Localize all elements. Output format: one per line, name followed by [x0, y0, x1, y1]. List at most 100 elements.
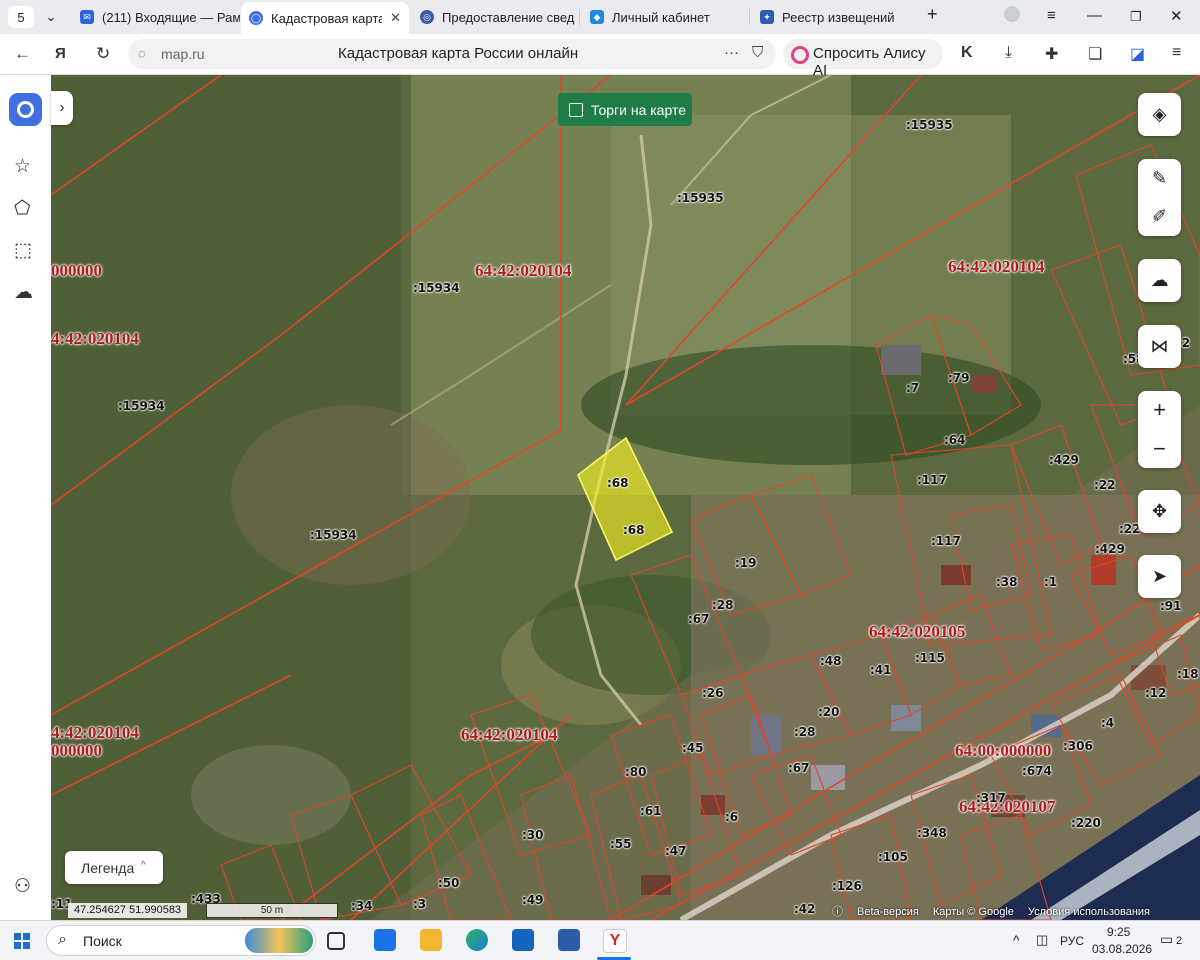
- parcel-label: :79: [948, 371, 970, 385]
- tab-provision[interactable]: ◎ Предоставление свед: [412, 4, 580, 30]
- collections-icon[interactable]: ❏: [1088, 44, 1102, 64]
- network-icon[interactable]: ◫: [1036, 932, 1048, 948]
- cadastral-map[interactable]: 64:42:020104 64:42:020104 64:42:020105 6…: [51, 75, 1200, 920]
- search-icon: ⌕: [58, 931, 67, 948]
- windows-taskbar: ⌕ Поиск Y ^ ◫ РУС 9:25 03.08.2026 ▭ 2: [0, 920, 1200, 960]
- input-language[interactable]: РУС: [1060, 934, 1084, 948]
- yandex-browser-icon[interactable]: Y: [603, 929, 627, 953]
- parcel-label: :68: [607, 476, 629, 490]
- parcel-label: :220: [1071, 816, 1101, 830]
- quarter-label: 64:42:020104: [475, 261, 572, 280]
- tab-personal-cabinet[interactable]: ◆ Личный кабинет: [582, 4, 750, 30]
- outlook-icon[interactable]: [512, 929, 534, 951]
- notifications-icon[interactable]: ▭: [1160, 931, 1173, 948]
- url-domain: map.ru: [161, 46, 205, 62]
- file-explorer-icon[interactable]: [420, 929, 442, 951]
- mail-icon: ✉: [80, 10, 94, 24]
- parcel-label: :15935: [677, 191, 724, 205]
- parcel-label: :126: [832, 879, 862, 893]
- new-tab-button[interactable]: +: [927, 4, 938, 25]
- tab-inbox[interactable]: ✉ (211) Входящие — Рам: [72, 4, 240, 30]
- browser-menu-icon[interactable]: ≡: [1172, 44, 1181, 62]
- quarter-label: 000000: [51, 261, 102, 280]
- extension-badge-icon[interactable]: ◪: [1130, 44, 1145, 64]
- windows-start-icon[interactable]: [14, 933, 30, 949]
- parcel-label: :429: [1049, 453, 1079, 467]
- tab-cadastral-map[interactable]: ◯ Кадастровая карта ✕: [241, 2, 409, 34]
- back-icon[interactable]: ←: [14, 44, 31, 64]
- parcel-label: :30: [522, 828, 544, 842]
- zoom-in-icon[interactable]: +: [1153, 397, 1166, 423]
- parcel-label: :38: [996, 575, 1018, 589]
- page-actions-icon[interactable]: ···: [724, 44, 739, 61]
- quarter-label: 64:00:000000: [955, 741, 1052, 760]
- tab-label: (211) Входящие — Рам: [102, 9, 240, 25]
- clock-date[interactable]: 03.08.2026: [1092, 942, 1152, 956]
- layers-button[interactable]: ◈: [1138, 93, 1181, 136]
- parcel-label: :28: [712, 598, 734, 612]
- profile-icon[interactable]: [1004, 6, 1020, 26]
- tab-list-chevron-icon[interactable]: ⌄: [38, 4, 64, 30]
- parcel-label: :28: [794, 725, 816, 739]
- favorites-star-icon[interactable]: ☆: [14, 155, 31, 178]
- tab-divider: [749, 9, 750, 25]
- chevron-up-icon: ^: [141, 860, 146, 871]
- site-info-icon[interactable]: ◌: [138, 46, 146, 61]
- extensions-icon[interactable]: ✚: [1045, 44, 1058, 64]
- ask-alice-button[interactable]: Спросить Алису AI: [783, 39, 943, 79]
- terms-link[interactable]: Условия использования: [1028, 906, 1150, 918]
- bookmark-icon[interactable]: ⛉: [752, 44, 763, 61]
- tab-divider: [579, 9, 580, 25]
- store-icon[interactable]: [374, 929, 396, 951]
- parcel-label: :68: [623, 523, 645, 537]
- edit-icon[interactable]: ✐: [1152, 206, 1167, 227]
- pan-button[interactable]: ✥: [1138, 490, 1181, 533]
- task-view-icon[interactable]: [327, 932, 345, 950]
- expand-panel-button[interactable]: ›: [51, 91, 73, 125]
- parcel-label: :15934: [310, 528, 357, 542]
- menu-icon[interactable]: ≡: [1047, 7, 1056, 24]
- reload-icon[interactable]: ↻: [96, 44, 110, 64]
- tab-counter[interactable]: 5: [8, 6, 34, 28]
- chevron-right-icon: ›: [59, 99, 65, 116]
- word-icon[interactable]: [558, 929, 580, 951]
- taskbar-search[interactable]: ⌕ Поиск: [46, 925, 316, 956]
- map-ru-logo-icon[interactable]: [9, 93, 42, 126]
- geolocation-button[interactable]: ➤: [1138, 555, 1181, 598]
- minimize-icon[interactable]: —: [1087, 7, 1102, 24]
- yandex-logo-icon[interactable]: Я: [55, 45, 66, 62]
- cloud-icon[interactable]: ☁: [14, 281, 33, 304]
- auctions-on-map-toggle[interactable]: Торги на карте: [558, 93, 692, 126]
- beta-label: Beta-версия: [857, 906, 919, 918]
- parcel-label: :45: [682, 741, 704, 755]
- parcel-label: :34: [351, 899, 373, 913]
- upload-button[interactable]: ☁: [1138, 259, 1181, 302]
- legend-button[interactable]: Легенда ^: [65, 851, 163, 884]
- map-ru-icon: ◯: [249, 11, 263, 25]
- ruler-icon[interactable]: ✎: [1152, 168, 1167, 189]
- share-icon: ⋈: [1150, 336, 1169, 356]
- parcel-label: :674: [1022, 764, 1052, 778]
- omnibox[interactable]: ◌ map.ru Кадастровая карта России онлайн…: [128, 39, 776, 69]
- window-close-icon[interactable]: ✕: [1170, 7, 1183, 25]
- polygon-tool-icon[interactable]: ⬠: [14, 197, 31, 220]
- share-button[interactable]: ⋈: [1138, 325, 1181, 368]
- tray-chevron-up-icon[interactable]: ^: [1013, 932, 1020, 948]
- close-icon[interactable]: ✕: [390, 10, 401, 26]
- tab-notice-registry[interactable]: ✦ Реестр извещений: [752, 4, 920, 30]
- user-icon[interactable]: ⚇: [14, 875, 31, 898]
- area-select-icon[interactable]: ⬚: [14, 239, 32, 262]
- quarter-label: 4:42:020104: [51, 723, 139, 742]
- parcel-label: :26: [702, 686, 724, 700]
- clock-time[interactable]: 9:25: [1107, 925, 1130, 939]
- downloads-icon[interactable]: ⤓: [1005, 44, 1012, 62]
- shield-icon: ◆: [590, 10, 604, 24]
- zoom-out-icon[interactable]: −: [1153, 436, 1166, 462]
- info-icon[interactable]: ⓘ: [832, 906, 843, 918]
- restore-icon[interactable]: ❐: [1130, 9, 1142, 25]
- edge-icon[interactable]: [466, 929, 488, 951]
- map-sidebar: ☆ ⬠ ⬚ ☁ ⚇: [0, 75, 52, 920]
- ask-alice-label: Спросить Алису AI: [813, 45, 926, 79]
- extension-k-icon[interactable]: K: [961, 44, 973, 62]
- parcel-label: :64: [944, 433, 966, 447]
